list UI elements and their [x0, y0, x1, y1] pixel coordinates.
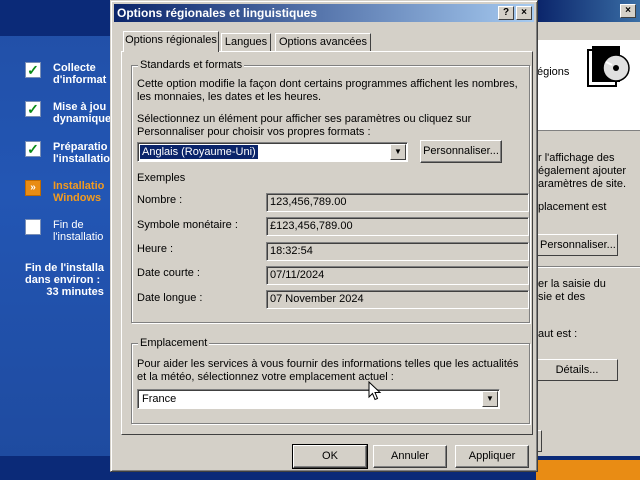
background-text-1: r l'affichage des également ajouter aram…: [538, 152, 627, 190]
dialog-title: Options régionales et linguistiques: [117, 6, 318, 20]
standards-description: Cette option modifie la façon dont certa…: [137, 78, 518, 103]
example-long-date-value: 07 November 2024: [266, 290, 529, 309]
tab-advanced-options[interactable]: Options avancées: [275, 33, 371, 51]
apply-button[interactable]: Appliquer: [455, 445, 529, 468]
group-label: Standards et formats: [138, 58, 245, 72]
standards-instruction: Sélectionnez un élément pour afficher se…: [137, 113, 472, 138]
tab-regional-options[interactable]: Options régionales: [123, 31, 219, 52]
location-select[interactable]: France ▼: [137, 389, 500, 409]
standards-formats-group: Standards et formats Cette option modifi…: [131, 58, 530, 323]
current-step-icon: »: [25, 180, 41, 196]
dialog-titlebar: Options régionales et linguistiques ? ×: [114, 4, 534, 22]
tab-panel: Standards et formats Cette option modifi…: [121, 51, 533, 435]
background-text-4: aut est :: [538, 328, 578, 340]
example-short-date-value: 07/11/2024: [266, 266, 529, 285]
background-text-3: er la saisie du sie et des: [538, 278, 606, 303]
background-customize-button[interactable]: Personnaliser...: [536, 234, 618, 256]
example-short-date-label: Date courte :: [137, 267, 200, 279]
setup-step-label: Fin de l'installatio: [53, 219, 104, 243]
check-icon: ✓: [25, 62, 41, 78]
example-number-label: Nombre :: [137, 194, 183, 206]
examples-label: Exemples: [137, 172, 186, 184]
background-close-button[interactable]: ×: [620, 4, 636, 18]
example-long-date-label: Date longue :: [137, 292, 203, 304]
background-header-text: égions: [537, 66, 570, 78]
cancel-button[interactable]: Annuler: [373, 445, 447, 468]
mouse-pointer-icon: [368, 381, 382, 401]
location-select-value: France: [142, 393, 177, 405]
check-icon: ✓: [25, 101, 41, 117]
example-currency-value: £123,456,789.00: [266, 217, 529, 236]
setup-step-label: Préparatio l'installatio: [53, 141, 111, 165]
regional-options-dialog: Options régionales et linguistiques ? × …: [110, 0, 538, 472]
example-time-value: 18:32:54: [266, 242, 529, 261]
format-select[interactable]: Anglais (Royaume-Uni) ▼: [137, 142, 408, 162]
time-remaining: Fin de l'installa dans environ : 33 minu…: [25, 262, 105, 298]
example-number-value: 123,456,789.00: [266, 193, 529, 212]
empty-checkbox-icon: .: [25, 219, 41, 235]
ok-button[interactable]: OK: [292, 444, 368, 469]
example-time-label: Heure :: [137, 243, 174, 255]
cd-box-icon: [587, 46, 630, 87]
tab-languages[interactable]: Langues: [221, 33, 271, 51]
background-text-2: placement est: [538, 201, 607, 213]
background-details-button[interactable]: Détails...: [536, 359, 618, 381]
help-button[interactable]: ?: [498, 6, 514, 20]
setup-step-label: Mise à jou dynamique: [53, 101, 112, 125]
dropdown-arrow-icon[interactable]: ▼: [482, 391, 498, 407]
dropdown-arrow-icon[interactable]: ▼: [390, 144, 406, 160]
setup-step-label: Installatio Windows: [53, 180, 105, 204]
format-select-value: Anglais (Royaume-Uni): [140, 145, 258, 159]
location-group: Emplacement Pour aider les services à vo…: [131, 336, 530, 424]
check-icon: ✓: [25, 141, 41, 157]
close-button[interactable]: ×: [516, 6, 532, 20]
location-description: Pour aider les services à vous fournir d…: [137, 358, 519, 383]
customize-button[interactable]: Personnaliser...: [420, 140, 502, 163]
setup-step-label: Collecte d'informat: [53, 62, 107, 86]
group-label: Emplacement: [138, 336, 210, 350]
setup-progress-accent: [536, 460, 640, 480]
background-separator: [536, 266, 640, 268]
example-currency-label: Symbole monétaire :: [137, 219, 238, 231]
